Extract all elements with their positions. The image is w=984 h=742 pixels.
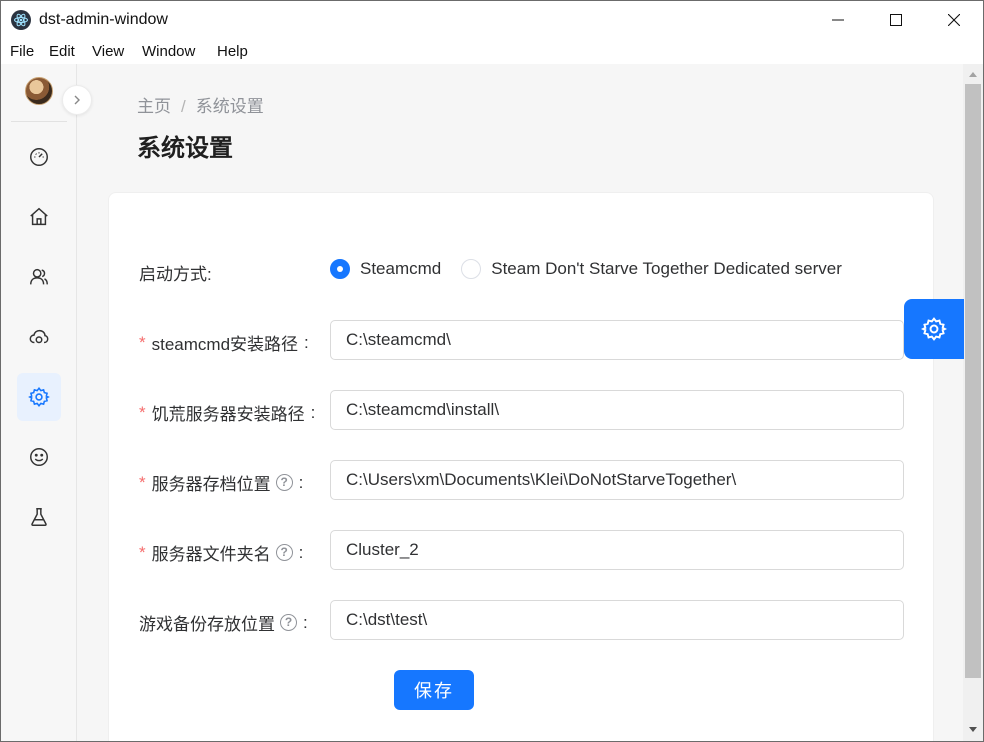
save-location-label-text: 服务器存档位置 (151, 475, 271, 494)
radio-steamcmd[interactable]: Steamcmd (330, 259, 441, 279)
launch-mode-label-text: 启动方式: (139, 265, 212, 284)
label-colon: : (303, 612, 308, 632)
window-title: dst-admin-window (39, 11, 168, 28)
sidebar-divider (11, 121, 67, 122)
vertical-scrollbar[interactable] (963, 64, 983, 741)
sidebar-item-settings[interactable] (17, 373, 61, 421)
server-install-path-label-text: 饥荒服务器安装路径 (151, 405, 305, 424)
steamcmd-path-input[interactable] (330, 320, 904, 360)
help-icon[interactable]: ? (280, 614, 297, 631)
flask-icon (31, 508, 47, 526)
launch-mode-label: 启动方式: (139, 260, 212, 285)
maximize-button[interactable] (867, 1, 925, 39)
breadcrumb-home[interactable]: 主页 (137, 97, 171, 116)
radio-dedicated-server[interactable]: Steam Don't Starve Together Dedicated se… (461, 259, 842, 279)
help-icon[interactable]: ? (275, 474, 293, 491)
page-title: 系统设置 (137, 135, 233, 162)
sidebar-item-users[interactable] (17, 253, 61, 301)
breadcrumb-current: 系统设置 (195, 97, 264, 116)
sidebar-item-cloud[interactable] (17, 313, 61, 361)
app-icon (11, 10, 31, 30)
server-install-path-input[interactable] (330, 390, 904, 430)
backup-location-label-text: 游戏备份存放位置 (139, 615, 275, 634)
label-colon: : (298, 472, 304, 492)
save-location-label: * 服务器存档位置 ? : (139, 470, 303, 495)
menu-file[interactable]: File (10, 43, 34, 60)
settings-icon (28, 387, 50, 407)
radio-checked-icon (330, 259, 350, 279)
gear-icon (921, 317, 947, 341)
steamcmd-path-label: * steamcmd安装路径 : (139, 330, 309, 355)
users-icon (30, 268, 48, 285)
menu-window[interactable]: Window (142, 43, 195, 60)
menu-view[interactable]: View (92, 43, 124, 60)
sidebar-item-home[interactable] (17, 193, 61, 241)
close-icon (948, 14, 960, 26)
cloud-icon (29, 329, 49, 344)
backup-location-label: 游戏备份存放位置 ? : (139, 610, 308, 635)
label-colon: : (310, 402, 316, 422)
launch-mode-radio-group: Steamcmd Steam Don't Starve Together Ded… (330, 259, 862, 279)
save-location-input[interactable] (330, 460, 904, 500)
menubar: File Edit View Window Help (0, 38, 984, 64)
folder-name-label-text: 服务器文件夹名 (151, 545, 271, 564)
menu-edit[interactable]: Edit (49, 43, 75, 60)
backup-location-input[interactable] (330, 600, 904, 640)
dashboard-icon (30, 148, 48, 166)
folder-name-label: * 服务器文件夹名 ? : (139, 540, 303, 565)
minimize-button[interactable] (809, 1, 867, 39)
scrollbar-thumb[interactable] (965, 84, 981, 678)
menu-help[interactable]: Help (217, 43, 248, 60)
app-area: 主页 / 系统设置 系统设置 启动方式: Steamcmd Steam Don't … (0, 64, 984, 742)
sidebar-item-lab[interactable] (17, 493, 61, 541)
maximize-icon (890, 14, 902, 26)
caret-down-icon (969, 727, 977, 732)
required-asterisk: * (139, 542, 146, 562)
sidebar (1, 64, 77, 741)
label-colon: : (304, 332, 309, 352)
breadcrumb: 主页 / 系统设置 (137, 92, 264, 117)
radio-steamcmd-label: Steamcmd (360, 259, 442, 278)
chevron-right-icon (74, 95, 80, 105)
smile-icon (30, 448, 48, 466)
scroll-up-button[interactable] (963, 66, 983, 82)
required-asterisk: * (139, 472, 146, 492)
floating-settings-button[interactable] (904, 299, 964, 359)
save-button[interactable]: 保存 (394, 670, 474, 710)
close-button[interactable] (925, 1, 983, 39)
settings-form-card: 启动方式: Steamcmd Steam Don't Starve Togeth… (108, 192, 934, 741)
steamcmd-path-label-text: steamcmd安装路径 (151, 335, 299, 354)
radio-unchecked-icon (461, 259, 482, 279)
scroll-down-button[interactable] (963, 722, 983, 738)
sidebar-item-smile[interactable] (17, 433, 61, 481)
radio-dedicated-server-label: Steam Don't Starve Together Dedicated se… (491, 259, 842, 278)
sidebar-item-dashboard[interactable] (17, 133, 61, 181)
breadcrumb-separator: / (181, 97, 186, 116)
sidebar-toggle-button[interactable] (62, 85, 92, 115)
avatar[interactable] (25, 77, 53, 105)
main-content: 主页 / 系统设置 系统设置 启动方式: Steamcmd Steam Don't … (78, 64, 963, 741)
label-colon: : (298, 542, 304, 562)
help-icon[interactable]: ? (275, 544, 293, 561)
required-asterisk: * (139, 402, 146, 422)
folder-name-input[interactable] (330, 530, 904, 570)
home-icon (30, 207, 48, 226)
minimize-icon (832, 19, 844, 21)
window-titlebar: dst-admin-window (0, 0, 984, 38)
caret-up-icon (969, 72, 977, 77)
server-install-path-label: * 饥荒服务器安装路径 : (139, 400, 315, 425)
required-asterisk: * (139, 332, 146, 352)
